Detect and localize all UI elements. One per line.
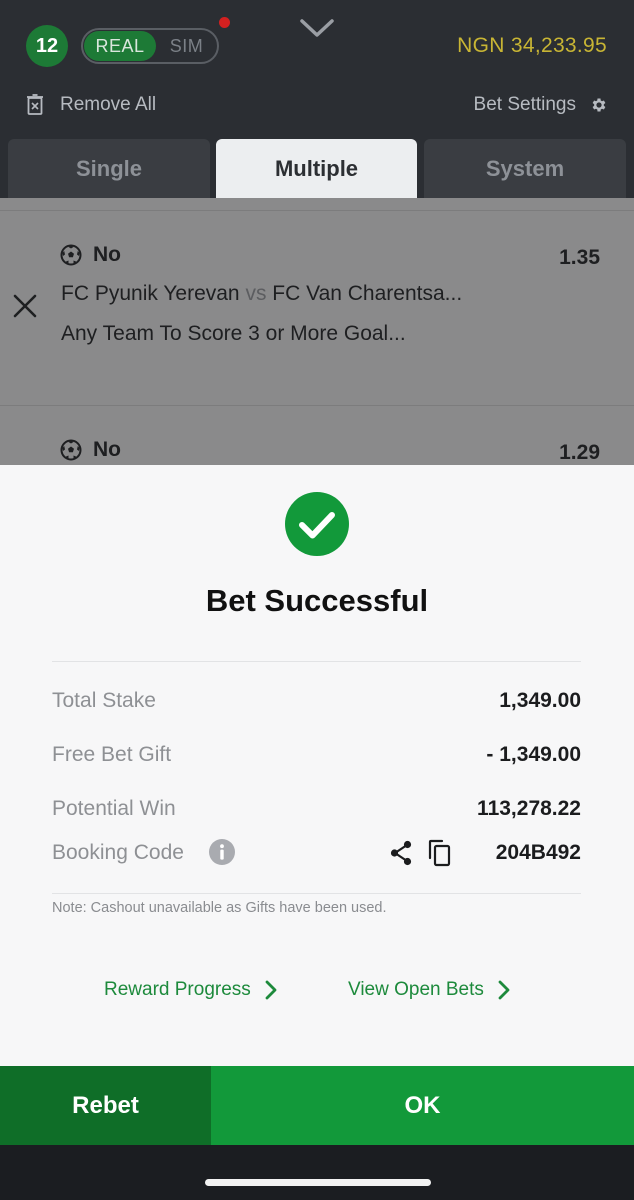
total-stake-value: 1,349.00 <box>499 689 581 712</box>
modal-title: Bet Successful <box>205 583 429 618</box>
selection-pick: No <box>93 243 121 266</box>
selections-count: 12 <box>35 34 59 57</box>
chevron-right-icon <box>265 980 277 1000</box>
share-icon[interactable] <box>388 840 414 866</box>
bet-success-modal: Bet Successful Total Stake 1,349.00 Free… <box>0 465 634 1066</box>
vs-separator: vs <box>245 282 267 305</box>
away-team: FC Van Charentsa... <box>272 282 463 305</box>
divider <box>52 893 581 894</box>
bet-type-tabs: Single Multiple System <box>0 139 634 198</box>
potential-win-label: Potential Win <box>52 797 176 820</box>
selection-pick: No <box>93 438 121 461</box>
gear-icon <box>592 98 606 112</box>
info-icon[interactable] <box>209 839 235 865</box>
rebet-button[interactable]: Rebet <box>0 1066 211 1145</box>
copy-icon[interactable] <box>427 839 453 867</box>
selection-item: No 1.35 FC Pyunik Yerevan vs FC Van Char… <box>0 198 634 393</box>
free-bet-gift-label: Free Bet Gift <box>52 743 172 766</box>
tab-single[interactable]: Single <box>8 139 210 198</box>
chevron-right-icon <box>498 980 510 1000</box>
booking-code-value[interactable]: 204B492 <box>496 841 581 865</box>
tab-system[interactable]: System <box>424 139 626 198</box>
mode-sim-option[interactable]: SIM <box>156 36 217 57</box>
selection-match: FC Pyunik Yerevan vs FC Van Charentsa... <box>61 282 462 306</box>
close-icon[interactable] <box>12 293 38 319</box>
real-sim-toggle[interactable]: REAL SIM <box>81 28 219 64</box>
selection-odds: 1.29 <box>559 441 600 464</box>
selection-item: No 1.29 <box>0 393 634 465</box>
remove-all-button[interactable]: Remove All <box>26 94 156 116</box>
selection-market: Any Team To Score 3 or More Goal... <box>61 322 406 345</box>
view-open-bets-label: View Open Bets <box>348 979 484 1000</box>
divider <box>52 661 581 662</box>
tab-multiple[interactable]: Multiple <box>216 139 417 198</box>
soccer-ball-icon <box>60 439 82 461</box>
ok-button[interactable]: OK <box>211 1066 634 1145</box>
reward-progress-label: Reward Progress <box>104 979 251 1000</box>
home-indicator[interactable] <box>205 1179 431 1186</box>
notification-dot <box>219 17 230 28</box>
remove-all-label: Remove All <box>60 94 157 115</box>
booking-code-label: Booking Code <box>52 841 184 864</box>
potential-win-value: 113,278.22 <box>477 797 581 820</box>
account-balance: NGN 34,233.95 <box>457 34 607 57</box>
home-team: FC Pyunik Yerevan <box>61 282 240 305</box>
soccer-ball-icon <box>60 244 82 266</box>
selection-odds: 1.35 <box>559 246 600 269</box>
total-stake-label: Total Stake <box>52 689 156 712</box>
betslip-selections: No 1.35 FC Pyunik Yerevan vs FC Van Char… <box>0 198 634 465</box>
betslip-header: 12 REAL SIM NGN 34,233.95 Remove All Bet… <box>0 0 634 198</box>
cashout-note: Note: Cashout unavailable as Gifts have … <box>52 900 387 916</box>
trash-icon <box>27 94 43 115</box>
selections-count-badge: 12 <box>26 25 68 67</box>
bet-settings-label: Bet Settings <box>473 94 576 115</box>
view-open-bets-link[interactable]: View Open Bets <box>348 979 510 1001</box>
reward-progress-link[interactable]: Reward Progress <box>104 979 277 1001</box>
mode-real-option[interactable]: REAL <box>84 31 156 61</box>
chevron-down-icon[interactable] <box>299 15 335 41</box>
bet-settings-button[interactable]: Bet Settings <box>474 94 608 116</box>
free-bet-gift-value: - 1,349.00 <box>486 743 581 766</box>
check-circle-icon <box>285 492 349 556</box>
system-home-area <box>0 1145 634 1200</box>
